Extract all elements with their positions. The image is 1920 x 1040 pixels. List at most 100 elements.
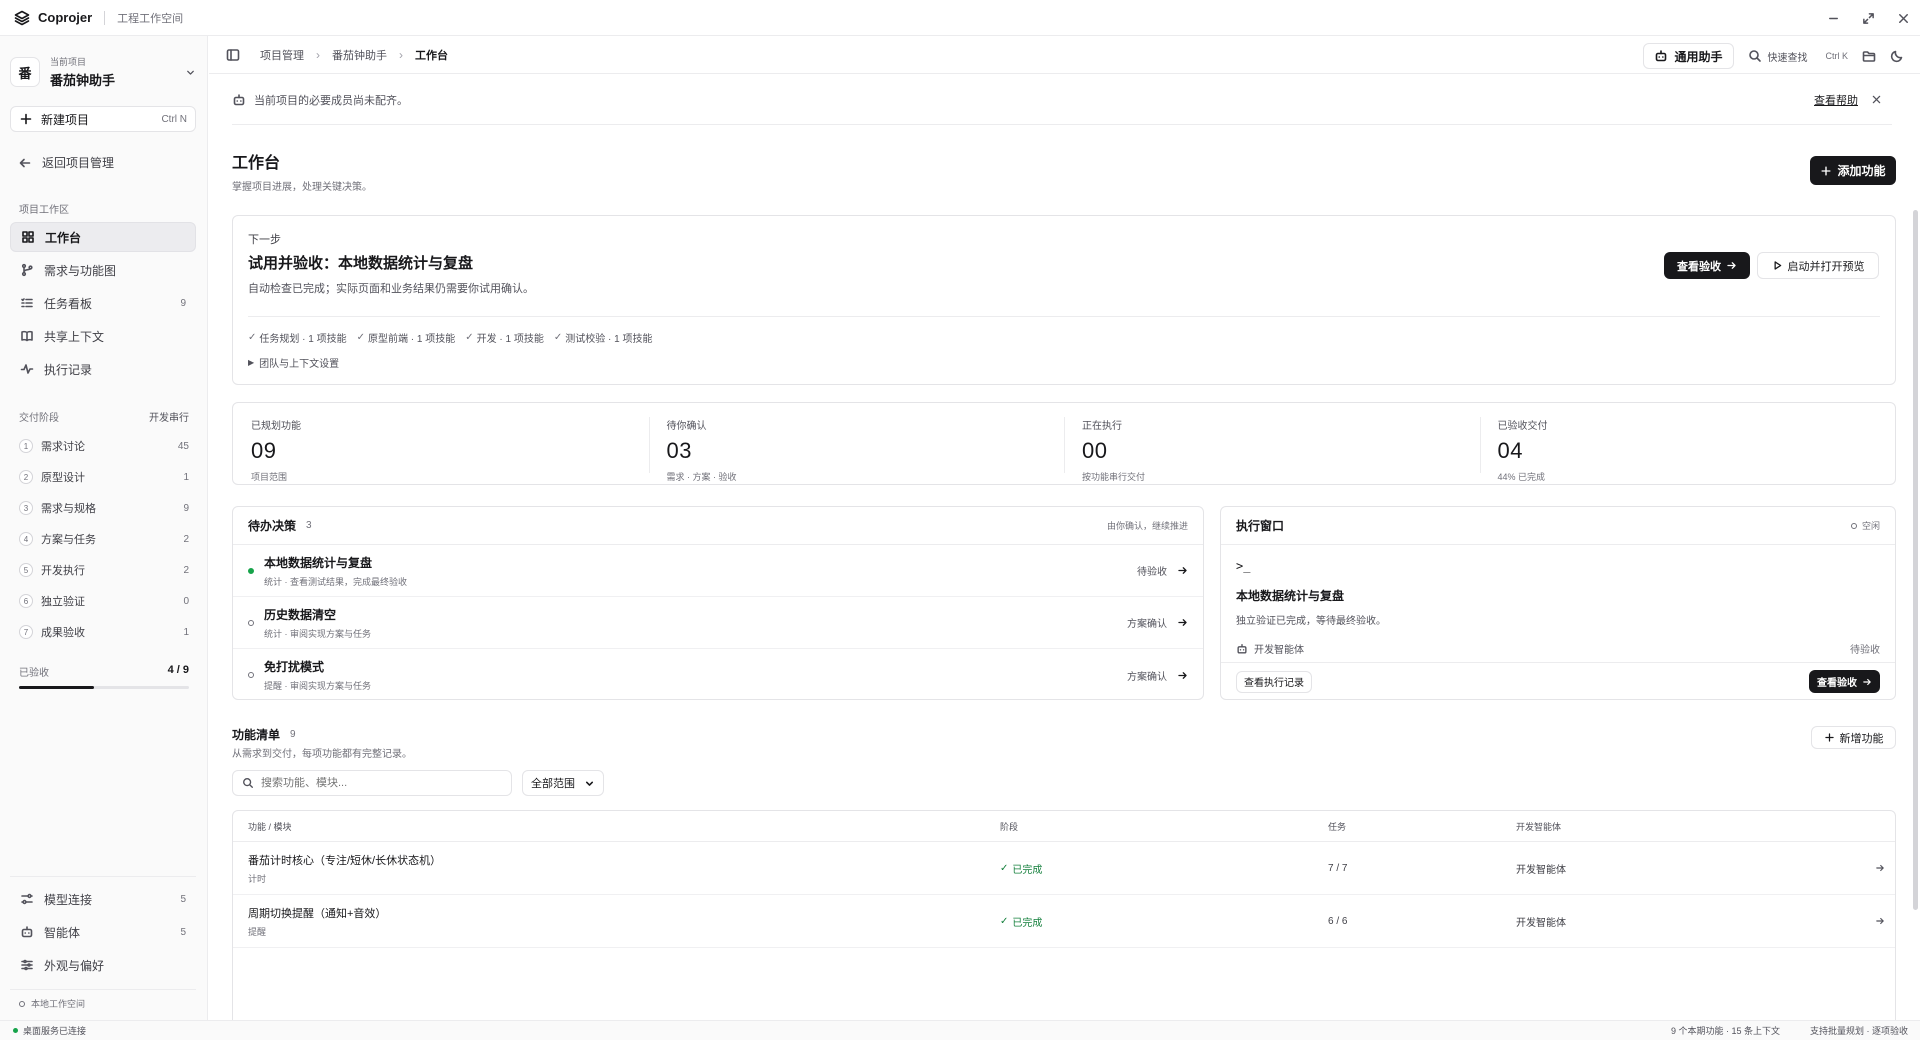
stage-count: 1 [183,626,189,638]
check-icon: ✓ [465,332,474,343]
view-acceptance-button[interactable]: 查看验收 [1664,252,1750,279]
feature-module: 提醒 [248,926,267,937]
stage-row[interactable]: 7 成果验收 1 [19,622,189,642]
breadcrumb-item[interactable]: 番茄钟助手 [332,47,387,63]
view-execution-log-button[interactable]: 查看执行记录 [1236,670,1312,693]
sidebar-item-label: 工作台 [45,230,82,245]
stage-row[interactable]: 3 需求与规格 9 [19,498,189,518]
stat-label: 正在执行 [1082,421,1122,432]
sidebar-item-execution-log[interactable]: 执行记录 [10,354,196,384]
page-title: 工作台 [232,155,281,172]
quick-find-button[interactable]: 快速查找 Ctrl K [1748,49,1848,64]
team-context-toggle[interactable]: ▶ 团队与上下文设置 [248,355,339,370]
decision-row[interactable]: 本地数据统计与复盘 统计 · 查看测试结果，完成最终验收 待验收 [233,545,1203,597]
new-feature-button[interactable]: 新增功能 [1811,726,1896,749]
feature-stage-label: 已完成 [1012,917,1043,929]
moon-icon[interactable] [1890,49,1904,63]
local-workspace-indicator[interactable]: 本地工作空间 [19,997,85,1010]
status-bar: 桌面服务已连接 9 个本期功能 · 15 条上下文 支持批量规划 · 逐项验收 [0,1020,1920,1040]
status-dot-icon [13,1028,18,1033]
scope-select[interactable]: 全部范围 [522,770,604,796]
execution-window-card: 执行窗口 空闲 >_ 本地数据统计与复盘 独立验证已完成，等待最终验收。 开发智… [1220,506,1896,700]
execution-title: 执行窗口 [1236,519,1285,533]
skills-list: ✓ 任务规划 · 1 项技能 ✓ 原型前端 · 1 项技能 ✓ 开发 · 1 项技能 … [248,330,653,345]
add-feature-label: 添加功能 [1837,164,1886,178]
sidebar-item-shared-context[interactable]: 共享上下文 [10,321,196,351]
stage-row[interactable]: 2 原型设计 1 [19,467,189,487]
table-row[interactable]: 番茄计时核心（专注/短休/长休状态机） 计时 ✓ 已完成 7 / 7 开发智能体 [233,842,1895,895]
sidebar-item-appearance[interactable]: 外观与偏好 [10,950,196,980]
close-icon[interactable] [1871,94,1882,105]
feature-list-heading: 功能清单 [232,728,281,742]
minimize-icon[interactable] [1827,12,1840,25]
app-logo: Coprojer [0,10,92,26]
decision-sub: 统计 · 审阅实现方案与任务 [264,628,371,639]
close-window-icon[interactable] [1897,12,1910,25]
start-preview-button[interactable]: 启动并打开预览 [1757,252,1879,279]
search-icon [242,777,254,789]
sidebar-divider [10,876,196,877]
view-help-link[interactable]: 查看帮助 [1814,92,1858,108]
sidebar-item-dashboard[interactable]: 工作台 [10,222,196,252]
sidebar-divider [10,989,196,990]
accepted-value: 4 / 9 [167,664,189,676]
arrow-right-icon [1726,260,1737,271]
skill-item: ✓ 测试校验 · 1 项技能 [554,330,653,345]
arrow-right-icon [1177,617,1188,628]
feature-cell: 周期切换提醒（通知+音效） 提醒 [248,905,386,938]
arrow-right-icon [1862,677,1872,687]
sidebar-item-agents[interactable]: 智能体 5 [10,917,196,947]
execution-agent: 开发智能体 [1236,641,1304,656]
sidebar-item-task-board[interactable]: 任务看板 9 [10,288,196,318]
stat-label: 待你确认 [666,421,707,432]
new-project-button[interactable]: 新建项目 Ctrl N [10,106,196,132]
status-summary: 9 个本期功能 · 15 条上下文 支持批量规划 · 逐项验收 [1671,1024,1908,1037]
skill-label: 原型前端 · 1 项技能 [368,334,456,345]
decision-row[interactable]: 历史数据清空 统计 · 审阅实现方案与任务 方案确认 [233,597,1203,649]
current-project-label: 当前项目 [50,57,87,67]
decisions-header: 待办决策 3 由你确认，继续推进 [233,507,1203,545]
book-icon [20,329,34,343]
add-feature-button[interactable]: 添加功能 [1810,156,1896,185]
execution-header: 执行窗口 空闲 [1221,507,1895,545]
maximize-icon[interactable] [1862,12,1875,25]
back-to-projects-link[interactable]: 返回项目管理 [18,154,114,171]
main-scrollbar[interactable] [1913,210,1918,910]
sidebar-item-label: 模型连接 [44,892,93,907]
folder-icon[interactable] [1862,49,1876,63]
pending-decisions-card: 待办决策 3 由你确认，继续推进 本地数据统计与复盘 统计 · 查看测试结果，完… [232,506,1204,700]
sidebar-item-model-connections[interactable]: 模型连接 5 [10,884,196,914]
general-assistant-button[interactable]: 通用助手 [1643,43,1734,69]
breadcrumb-item[interactable]: 项目管理 [260,47,304,63]
stage-number: 2 [19,470,33,484]
feature-search [232,770,512,796]
stage-count: 9 [183,502,189,514]
stage-row[interactable]: 5 开发执行 2 [19,560,189,580]
decision-row[interactable]: 免打扰模式 提醒 · 审阅实现方案与任务 方案确认 [233,649,1203,701]
stage-count: 2 [183,533,189,545]
sidebar-toggle-icon[interactable] [226,48,240,62]
feature-tasks: 7 / 7 [1328,862,1348,874]
service-status: 桌面服务已连接 [0,1024,86,1037]
stage-row[interactable]: 4 方案与任务 2 [19,529,189,549]
feature-search-input[interactable] [261,777,502,789]
feature-module: 计时 [248,873,267,884]
project-switcher[interactable]: 番 当前项目 番茄钟助手 [10,52,196,92]
members-notice: 当前项目的必要成员尚未配齐。 查看帮助 [232,75,1892,125]
plus-icon [19,112,33,126]
decision-sub: 统计 · 查看测试结果，完成最终验收 [264,576,407,587]
workspace-section-label: 项目工作区 [19,205,69,216]
stat-value: 09 [251,438,277,463]
breadcrumb: 项目管理 › 番茄钟助手 › 工作台 [260,47,448,63]
delivery-mode-label: 开发串行 [149,413,189,424]
view-acceptance-button[interactable]: 查看验收 [1809,670,1880,693]
table-row[interactable]: 周期切换提醒（通知+音效） 提醒 ✓ 已完成 6 / 6 开发智能体 [233,895,1895,948]
status-dot-icon [248,567,254,574]
main-content: 当前项目的必要成员尚未配齐。 查看帮助 工作台 掌握项目进展，处理关键决策。 添… [209,75,1920,1020]
stage-row[interactable]: 1 需求讨论 45 [19,436,189,456]
sidebar-item-requirements-map[interactable]: 需求与功能图 [10,255,196,285]
sidebar: 番 当前项目 番茄钟助手 新建项目 Ctrl N 返回项目管理 项目工作区 工作… [0,36,208,1020]
chevron-down-icon [584,778,595,789]
stage-row[interactable]: 6 独立验证 0 [19,591,189,611]
stat-planned: 已规划功能 09 项目范围 [233,403,649,484]
